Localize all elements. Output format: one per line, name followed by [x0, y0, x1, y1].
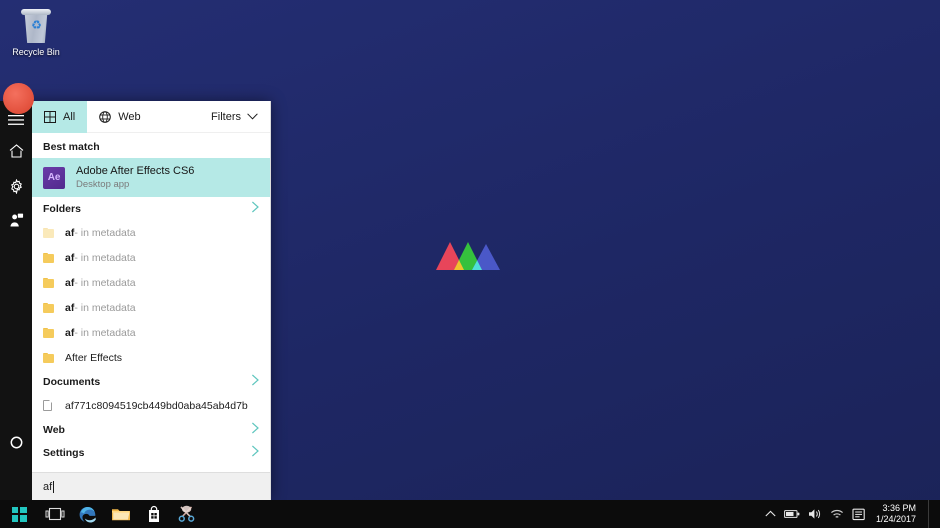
chevron-right-icon[interactable] [251, 201, 260, 216]
section-header-web[interactable]: Web [32, 418, 270, 441]
network-status[interactable] [830, 509, 844, 520]
microsoft-edge-button[interactable] [71, 500, 104, 528]
tab-web[interactable]: Web [87, 101, 152, 133]
task-view-icon [45, 507, 64, 521]
avatar[interactable] [3, 83, 34, 114]
search-tabs: All Web Filters [32, 101, 270, 133]
item-name: After Effects [65, 351, 122, 364]
item-detail: - in metadata [74, 226, 136, 239]
after-effects-icon: Ae [43, 166, 65, 189]
clock[interactable]: 3:36 PM 1/24/2017 [874, 503, 916, 525]
item-name: af [65, 251, 75, 264]
search-results-pane: All Web Filters Best match Ae Adobe Afte… [32, 101, 271, 500]
volume-control[interactable] [808, 508, 822, 520]
list-item[interactable]: After Effects [32, 345, 270, 370]
folder-icon [43, 327, 65, 338]
clock-time: 3:36 PM [882, 503, 916, 513]
start-button[interactable] [0, 500, 38, 528]
section-header-folders[interactable]: Folders [32, 197, 270, 220]
battery-status[interactable] [784, 509, 800, 519]
battery-icon [784, 510, 800, 518]
list-item[interactable]: af - in metadata [32, 320, 270, 345]
result-subtitle: Desktop app [76, 179, 130, 190]
tab-web-label: Web [118, 111, 141, 123]
task-view-button[interactable] [38, 500, 71, 528]
grid-icon [44, 111, 56, 123]
speaker-icon [808, 509, 821, 519]
globe-icon [99, 111, 112, 123]
store-bag-icon [148, 505, 159, 522]
filters-dropdown[interactable]: Filters [199, 101, 270, 132]
item-name: af [65, 326, 75, 339]
chevron-right-icon[interactable] [251, 445, 260, 460]
file-explorer-button[interactable] [104, 500, 137, 528]
item-detail: - in metadata [74, 251, 136, 264]
windows-logo-icon [11, 506, 27, 522]
item-name: af [65, 301, 75, 314]
result-title: Adobe After Effects CS6 [76, 165, 195, 177]
list-item[interactable]: af - in metadata [32, 270, 270, 295]
filters-label: Filters [211, 110, 241, 123]
chevron-right-icon[interactable] [251, 374, 260, 389]
show-desktop-button[interactable] [928, 500, 934, 528]
item-detail: - in metadata [74, 301, 136, 314]
section-header-documents[interactable]: Documents [32, 370, 270, 393]
folder-icon [43, 352, 65, 363]
list-item[interactable]: af - in metadata [32, 245, 270, 270]
section-header-settings[interactable]: Settings [32, 441, 270, 464]
search-input[interactable]: af [32, 472, 270, 500]
microsoft-store-button[interactable] [137, 500, 170, 528]
item-name: af [65, 276, 75, 289]
section-title: Folders [43, 202, 81, 215]
desktop-icon-recycle-bin[interactable]: ♻ Recycle Bin [4, 8, 68, 58]
search-panel: All Web Filters Best match Ae Adobe Afte… [0, 101, 271, 500]
home-icon[interactable] [0, 135, 32, 167]
item-detail: - in metadata [74, 276, 136, 289]
item-detail: - in metadata [74, 326, 136, 339]
section-title: Documents [43, 375, 101, 388]
clock-date: 1/24/2017 [875, 514, 916, 524]
section-title: Web [43, 423, 65, 436]
result-best-match[interactable]: Ae Adobe After Effects CS6 Desktop app [32, 158, 270, 197]
show-hidden-icons[interactable] [765, 510, 776, 518]
item-name: af771c8094519cb449bd0aba45ab4d7b [65, 399, 248, 412]
folder-icon [43, 252, 65, 263]
power-icon[interactable] [0, 426, 32, 458]
tab-all[interactable]: All [32, 101, 88, 133]
list-item[interactable]: af - in metadata [32, 295, 270, 320]
folder-icon [43, 277, 65, 288]
desktop-icon-label: Recycle Bin [12, 47, 60, 57]
feedback-icon[interactable] [0, 204, 32, 236]
chevron-up-icon [765, 510, 776, 517]
section-header-best-match: Best match [32, 135, 270, 158]
search-input-value: af [43, 480, 53, 493]
action-center[interactable] [852, 508, 866, 521]
chevron-right-icon[interactable] [251, 422, 260, 437]
recycle-bin-icon: ♻ [19, 8, 53, 44]
wifi-icon [830, 509, 843, 518]
edge-icon [79, 506, 96, 522]
item-name: af [65, 226, 75, 239]
section-title: Best match [43, 140, 100, 153]
text-caret [53, 480, 55, 493]
mountain-logo [436, 242, 500, 270]
document-icon [43, 400, 65, 411]
list-item[interactable]: af - in metadata [32, 220, 270, 245]
system-tray: 3:36 PM 1/24/2017 [765, 500, 940, 528]
folder-icon [43, 302, 65, 313]
snipping-tool-button[interactable] [170, 500, 203, 528]
chevron-down-icon [247, 111, 258, 123]
gear-icon[interactable] [0, 170, 32, 202]
list-item[interactable]: af771c8094519cb449bd0aba45ab4d7b [32, 393, 270, 418]
notification-icon [852, 508, 865, 520]
folder-icon [111, 509, 130, 521]
scissors-icon [178, 505, 194, 522]
results-list[interactable]: Best match Ae Adobe After Effects CS6 De… [32, 133, 270, 472]
section-title: Settings [43, 446, 85, 459]
folder-icon [43, 227, 65, 238]
taskbar: 3:36 PM 1/24/2017 [0, 500, 940, 528]
tab-all-label: All [63, 111, 76, 123]
search-rail [0, 101, 32, 500]
